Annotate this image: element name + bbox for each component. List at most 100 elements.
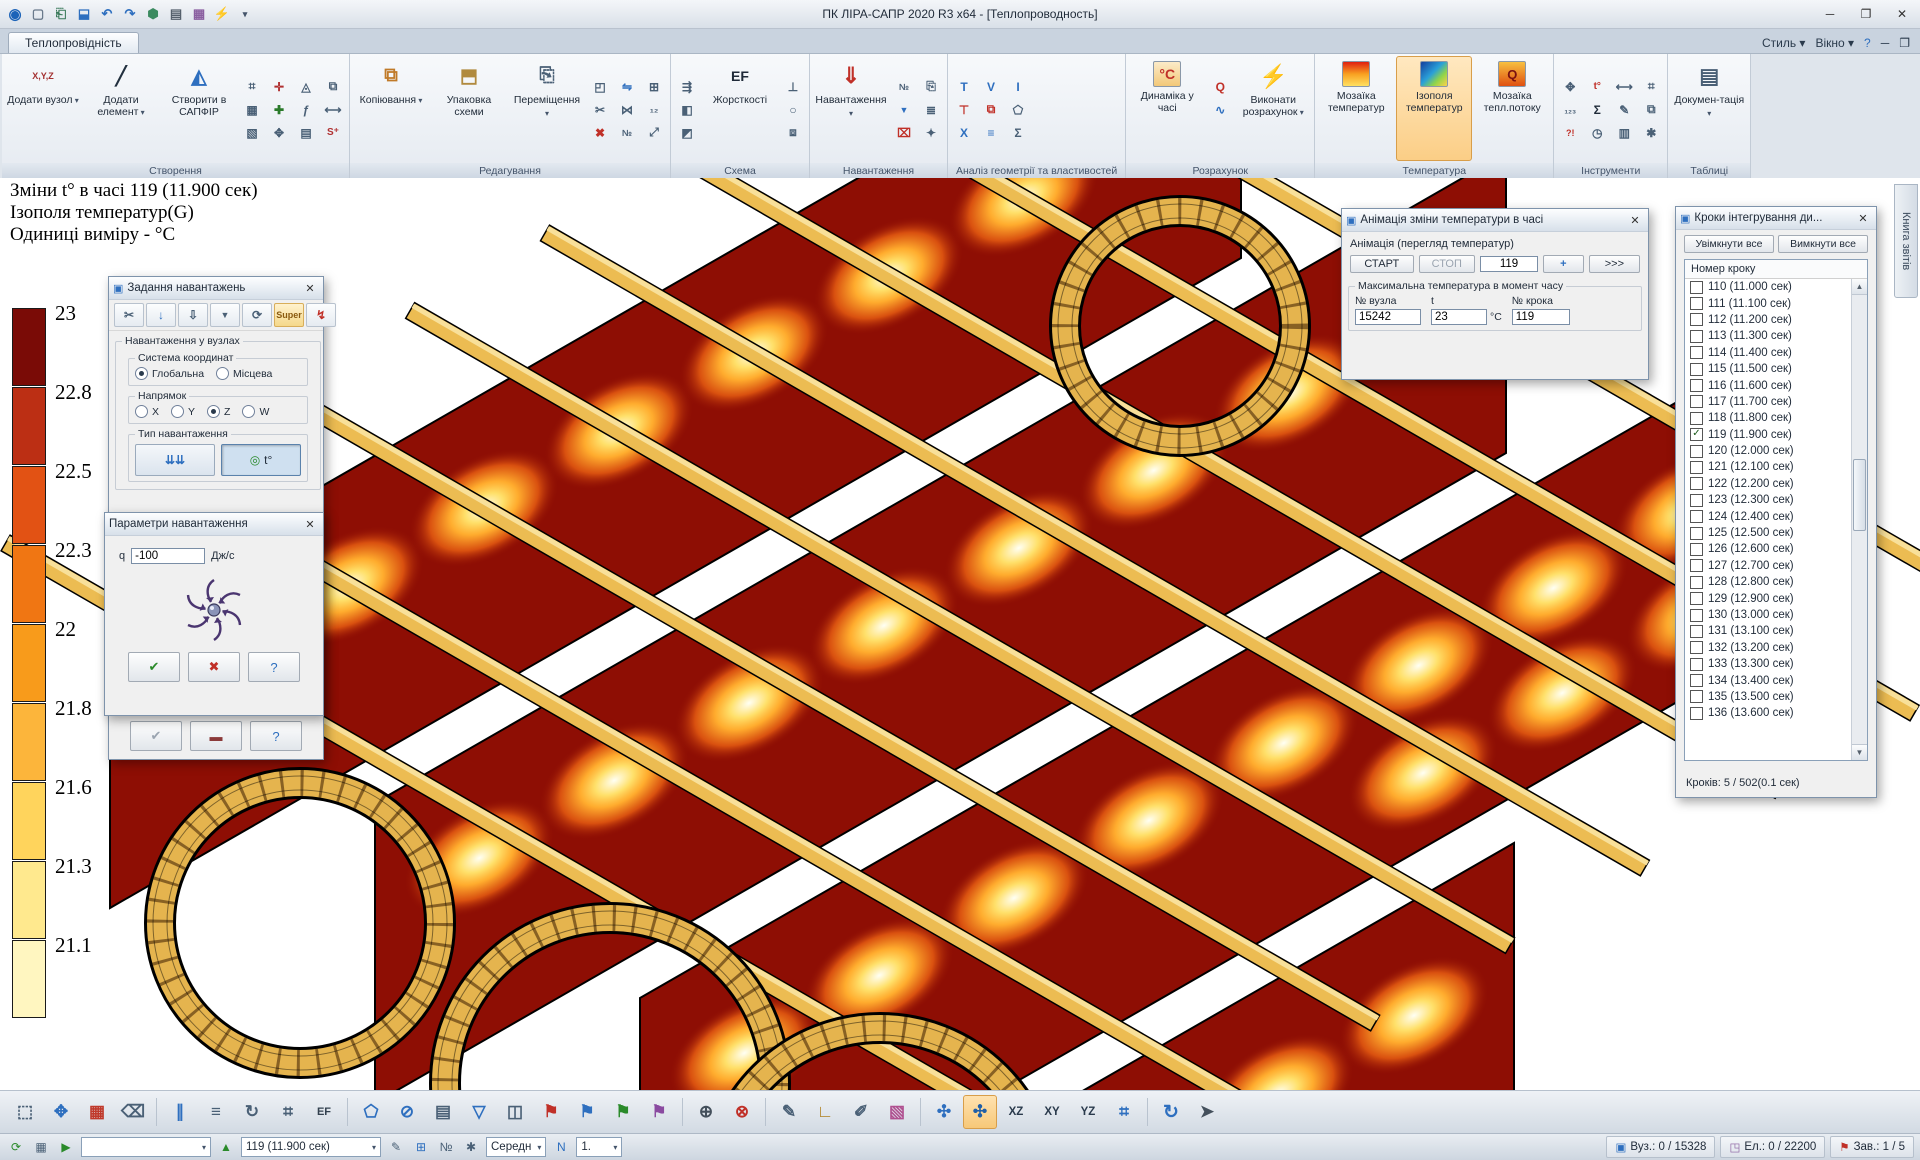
restore-icon[interactable]: ❐ [1848, 2, 1884, 26]
props-button[interactable]: Σ [1005, 121, 1031, 145]
axes-gen-button[interactable]: ✛ [266, 75, 292, 99]
checkbox-icon[interactable] [1690, 559, 1703, 572]
cancel-button[interactable]: ✖ [188, 652, 240, 682]
ribbon-button-mosaic-temperature[interactable]: Мозаїка температур [1318, 56, 1394, 161]
radio-y[interactable]: Y [171, 405, 195, 418]
app-button[interactable]: ◉ [4, 4, 26, 24]
renumber-button[interactable]: ₁₂ [641, 98, 667, 122]
dim-line-button[interactable]: ⟷ [320, 98, 346, 122]
erase-selection-button[interactable]: ⌫ [116, 1095, 150, 1129]
super-node-button[interactable]: S⁺ [320, 121, 346, 145]
mesh-grid-button[interactable]: ⌗ [271, 1095, 305, 1129]
checkbox-icon[interactable] [1690, 690, 1703, 703]
ribbon-button-move[interactable]: ⎘Переміщення ▾ [509, 56, 585, 161]
step-list-item[interactable]: 132 (13.200 сек) [1685, 640, 1852, 656]
close-icon[interactable]: ✕ [1854, 210, 1872, 226]
checkbox-icon[interactable] [1690, 346, 1703, 359]
report-button[interactable]: ▥ [1611, 121, 1637, 145]
ribbon-button-mosaic-heat-flow[interactable]: QМозаїка тепл.потоку [1474, 56, 1550, 161]
flash-button[interactable]: ⚡ [211, 4, 233, 24]
checkbox-icon[interactable] [1690, 641, 1703, 654]
load-extra-button[interactable]: ✦ [918, 121, 944, 145]
check-i-button[interactable]: I [1005, 75, 1031, 99]
ribbon-button-run-calculation[interactable]: ⚡Виконати розрахунок ▾ [1235, 56, 1311, 161]
step-list-item[interactable]: 121 (12.100 сек) [1685, 459, 1852, 475]
dialog-title-bar[interactable]: ▣ Задання навантажень ✕ [109, 277, 323, 300]
confirm-button[interactable]: ✔ [130, 721, 182, 751]
enable-all-button[interactable]: Увімкнути все [1684, 235, 1774, 253]
marquee-select-button[interactable]: ⬚ [8, 1095, 42, 1129]
tab-heat-conductivity[interactable]: Теплопровідність [8, 32, 139, 53]
checkbox-icon[interactable] [1690, 281, 1703, 294]
plate-gen-button[interactable]: ▦ [239, 98, 265, 122]
mesh-toggle-button[interactable]: ▦ [80, 1095, 114, 1129]
ef-display-button[interactable]: EF [307, 1095, 341, 1129]
time-step-combo[interactable]: 119 (11.900 сек)▾ [241, 1137, 381, 1157]
assemble-button[interactable]: ⊞ [641, 75, 667, 99]
close-icon[interactable]: ✕ [1626, 212, 1644, 228]
status-number-icon[interactable]: № [436, 1138, 456, 1156]
triangulation-button[interactable]: ◬ [293, 75, 319, 99]
cyclic-load-button[interactable]: ⟳ [242, 303, 272, 327]
close-icon[interactable]: ✕ [301, 516, 319, 532]
checkbox-icon[interactable] [1690, 363, 1703, 376]
poly-filter-button[interactable]: ⬠ [354, 1095, 388, 1129]
geom-button[interactable]: ◰ [587, 75, 613, 99]
radio-local[interactable]: Місцева [216, 367, 272, 380]
step-list-item[interactable]: 133 (13.300 сек) [1685, 656, 1852, 672]
ribbon-button-add-element[interactable]: ╱Додати елемент ▾ [83, 56, 159, 161]
style-menu[interactable]: Стиль ▾ [1762, 36, 1805, 50]
status-play-icon[interactable]: ▶ [56, 1138, 76, 1156]
help-icon[interactable]: ? [1864, 36, 1871, 50]
step-list-item[interactable]: 116 (11.600 сек) [1685, 377, 1852, 393]
ribbon-button-pack-scheme[interactable]: ⬒Упаковка схеми [431, 56, 507, 161]
checkbox-icon[interactable] [1690, 592, 1703, 605]
checkbox-icon[interactable] [1690, 461, 1703, 474]
step-list-item[interactable]: 113 (11.300 сек) [1685, 328, 1852, 344]
start-button[interactable]: СТАРТ [1350, 255, 1414, 273]
view-projection-button[interactable]: ⌗ [1107, 1095, 1141, 1129]
step-list-item[interactable]: 125 (12.500 сек) [1685, 525, 1852, 541]
checkbox-icon[interactable] [1690, 395, 1703, 408]
scheme-button[interactable]: ▦ [188, 4, 210, 24]
cut-load-button[interactable]: ✂ [114, 303, 144, 327]
radio-w[interactable]: W [242, 405, 269, 418]
load-case-button[interactable]: ▼ [891, 98, 917, 122]
checkbox-icon[interactable] [1690, 576, 1703, 589]
ribbon-button-loads[interactable]: ⇓Навантаження ▾ [813, 56, 889, 161]
step-list-item[interactable]: ✓119 (11.900 сек) [1685, 427, 1852, 443]
step-list-item[interactable]: 111 (11.100 сек) [1685, 295, 1852, 311]
hide-elements-button[interactable]: ⊘ [390, 1095, 424, 1129]
step-plus-button[interactable]: + [1543, 255, 1584, 273]
apply-button[interactable]: ▬ [190, 721, 242, 751]
stitch-button[interactable]: ⧉ [320, 75, 346, 99]
disable-all-button[interactable]: Вимкнути все [1778, 235, 1868, 253]
node-load-button[interactable]: ↓ [146, 303, 176, 327]
rotate-3d-button[interactable]: ↻ [1154, 1095, 1188, 1129]
supports-button[interactable]: ⊥ [780, 75, 806, 99]
radio-x[interactable]: X [135, 405, 159, 418]
checkbox-icon[interactable] [1690, 313, 1703, 326]
import-button[interactable]: ⎗ [50, 4, 72, 24]
scroll-up-icon[interactable]: ▲ [1852, 279, 1867, 295]
palette-button[interactable]: ▧ [880, 1095, 914, 1129]
checkbox-icon[interactable] [1690, 445, 1703, 458]
pack-tool-button[interactable]: ✥ [1557, 75, 1583, 99]
view-yz-button[interactable]: YZ [1071, 1095, 1105, 1129]
axes-t-button[interactable]: ⊤ [951, 98, 977, 122]
save-button[interactable]: ⬓ [73, 4, 95, 24]
help-button[interactable]: ? [248, 652, 300, 682]
checkbox-checked-icon[interactable]: ✓ [1690, 428, 1703, 441]
checkbox-icon[interactable] [1690, 494, 1703, 507]
solid-gen-button[interactable]: ▧ [239, 121, 265, 145]
status-grid-icon[interactable]: ⊞ [411, 1138, 431, 1156]
flag-2-button[interactable]: ⚑ [570, 1095, 604, 1129]
checkbox-icon[interactable] [1690, 527, 1703, 540]
ribbon-restore-icon[interactable]: ❐ [1899, 36, 1910, 50]
zoom-in-button[interactable]: ⊕ [689, 1095, 723, 1129]
step-list-item[interactable]: 118 (11.800 сек) [1685, 410, 1852, 426]
radio-global[interactable]: Глобальна [135, 367, 204, 380]
force-load-button[interactable]: ⇊⇊ [135, 444, 215, 476]
step-list-item[interactable]: 112 (11.200 сек) [1685, 312, 1852, 328]
q-plot-button[interactable]: ∿ [1207, 98, 1233, 122]
